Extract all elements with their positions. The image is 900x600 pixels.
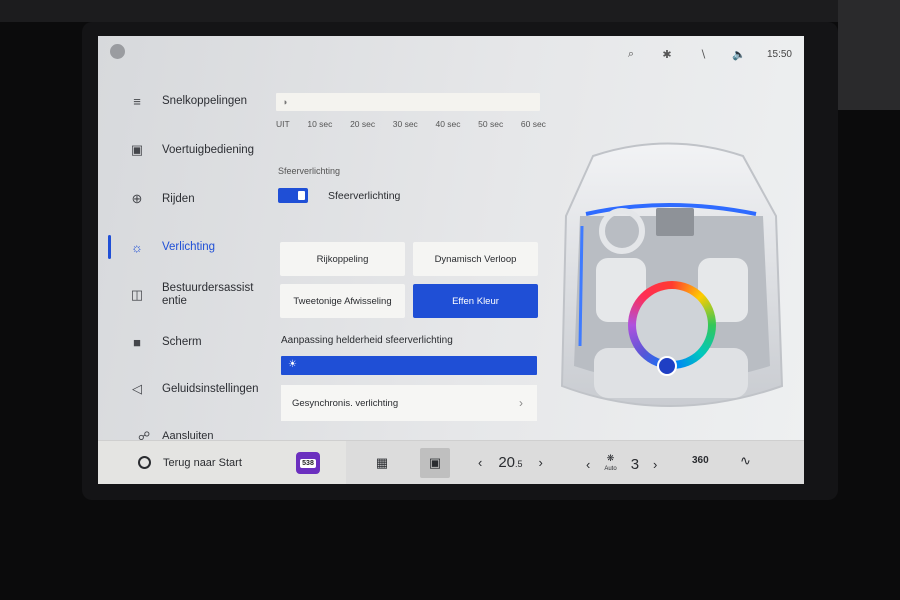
sync-lighting-row[interactable]: Gesynchronis. verlichting › <box>281 385 537 421</box>
background-wall <box>0 0 900 22</box>
profile-icon[interactable] <box>110 44 125 59</box>
timer-ticks: UIT 10 sec 20 sec 30 sec 40 sec 50 sec 6… <box>276 119 546 129</box>
ambient-toggle[interactable] <box>278 188 308 203</box>
fan-control: ‹ ❋ Auto 3 › <box>586 454 657 474</box>
temp-decrease-button[interactable]: ‹ <box>478 455 482 470</box>
temp-increase-button[interactable]: › <box>539 455 543 470</box>
car-settings-icon[interactable]: ▣ <box>420 448 450 478</box>
tick-label: 50 sec <box>478 119 504 129</box>
sidebar-item-bestuurdersassistentie[interactable]: ◫ Bestuurdersassist entie <box>98 275 268 315</box>
sidebar-item-label: Bestuurdersassist entie <box>162 282 254 307</box>
section-label: Sfeerverlichting <box>278 166 341 176</box>
tick-label: UIT <box>276 119 290 129</box>
sidebar-item-geluidsinstellingen[interactable]: ◁ Geluidsinstellingen <box>98 369 268 409</box>
signal-icon: ∖ <box>699 48 707 61</box>
camera-360-button[interactable]: 360 <box>692 455 709 466</box>
sidebar-item-label: Verlichting <box>162 241 216 253</box>
sliders-icon: ≡ <box>133 93 141 109</box>
volume-icon[interactable]: 🔈 <box>731 48 747 61</box>
color-wheel[interactable] <box>628 281 716 369</box>
sidebar-item-label: Scherm <box>162 336 202 348</box>
sidebar-item-rijden[interactable]: ⊕ Rijden <box>98 179 268 219</box>
temperature-control: ‹ 20.5 › <box>478 454 543 471</box>
mode-dynamisch-verloop-button[interactable]: Dynamisch Verloop <box>413 242 538 276</box>
fan-decrease-button[interactable]: ‹ <box>586 457 590 472</box>
sidebar-item-label: Geluidsinstellingen <box>162 383 259 395</box>
tick-label: 20 sec <box>350 119 376 129</box>
toggle-knob <box>298 191 305 200</box>
settings-sidebar: ≡ Snelkoppelingen ▣ Voertuigbediening ⊕ … <box>98 84 268 444</box>
sidebar-item-scherm[interactable]: ■ Scherm <box>98 322 268 362</box>
mode-rijkoppeling-button[interactable]: Rijkoppeling <box>280 242 405 276</box>
ambient-light-left <box>578 225 584 347</box>
sync-label: Gesynchronis. verlichting <box>292 397 399 409</box>
app-icon[interactable]: 538 <box>296 452 320 474</box>
bluetooth-icon: ✱ <box>662 48 672 61</box>
tick-label: 40 sec <box>435 119 461 129</box>
lamp-icon: ◑ <box>282 97 288 107</box>
home-label: Terug naar Start <box>163 456 242 469</box>
brightness-label: Aanpassing helderheid sfeerverlichting <box>281 335 453 346</box>
status-bar: ⌕ ✱ ∖ 🔈 15:50 <box>623 47 792 61</box>
tick-label: 10 sec <box>307 119 333 129</box>
fan-level: 3 <box>630 455 640 473</box>
tick-label: 60 sec <box>520 119 546 129</box>
chevron-right-icon: › <box>519 396 523 410</box>
center-display <box>656 208 694 236</box>
steering-wheel-icon: ⊕ <box>131 191 143 206</box>
camera-360-label: 360 <box>692 455 709 466</box>
brightness-slider[interactable]: ☀ <box>281 356 537 375</box>
screen-icon: ■ <box>133 334 141 350</box>
color-wheel-handle[interactable] <box>657 356 677 376</box>
background-wall-right <box>838 0 900 110</box>
temperature-value: 20.5 <box>498 454 523 471</box>
tick-label: 30 sec <box>392 119 418 129</box>
sidebar-item-label: Snelkoppelingen <box>162 95 248 107</box>
mode-tweetonige-afwisseling-button[interactable]: Tweetonige Afwisseling <box>280 284 405 318</box>
wifi-icon: ⌕ <box>627 47 635 60</box>
sidebar-item-verlichting[interactable]: ☼ Verlichting <box>98 227 268 267</box>
bottom-dock: Terug naar Start 538 ▦ ▣ ‹ 20.5 › ‹ ❋ Aut… <box>98 440 804 484</box>
seat-heating-icon[interactable]: ∿ <box>740 453 751 469</box>
home-button[interactable]: Terug naar Start <box>138 456 242 469</box>
app-grid-icon[interactable]: ▦ <box>371 453 393 473</box>
sidebar-item-label: Rijden <box>162 193 195 205</box>
active-indicator <box>108 235 111 259</box>
sidebar-item-voertuigbediening[interactable]: ▣ Voertuigbediening <box>98 130 268 170</box>
timer-slider[interactable]: ◑ <box>276 93 540 111</box>
sidebar-item-snelkoppelingen[interactable]: ≡ Snelkoppelingen <box>98 81 268 121</box>
toggle-label: Sfeerverlichting <box>328 190 401 202</box>
infotainment-screen: ⌕ ✱ ∖ 🔈 15:50 ≡ Snelkoppelingen ▣ Voertu… <box>98 36 804 484</box>
fan-icon: ❋ Auto <box>604 453 617 473</box>
color-wheel-center <box>636 289 708 361</box>
sidebar-item-label: Voertuigbediening <box>162 144 255 156</box>
light-icon: ☼ <box>131 239 143 255</box>
app-badge: 538 <box>300 458 316 468</box>
speaker-icon: ◁ <box>132 381 142 396</box>
fan-increase-button[interactable]: › <box>653 457 657 472</box>
car-icon: ▣ <box>130 142 144 157</box>
clock: 15:50 <box>766 48 792 60</box>
driver-assist-icon: ◫ <box>130 287 144 302</box>
mode-effen-kleur-button[interactable]: Effen Kleur <box>413 284 538 318</box>
sun-icon: ☀ <box>288 359 297 370</box>
home-circle-icon <box>138 456 151 469</box>
